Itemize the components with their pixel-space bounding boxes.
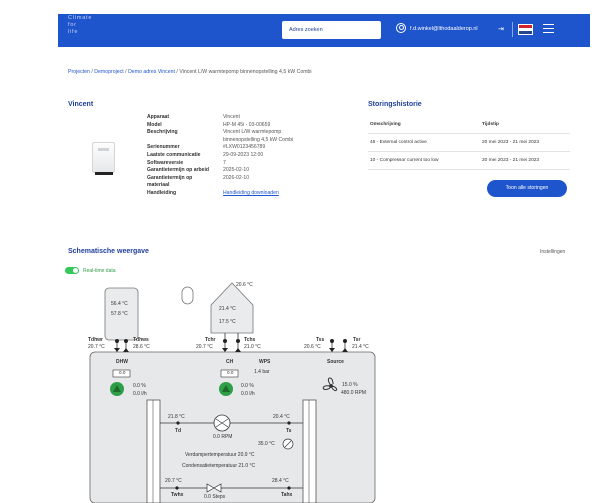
wps-label: WPS bbox=[259, 359, 271, 365]
tdhws-value: 28.6 °C bbox=[133, 344, 150, 350]
tsr-value: 21.4 °C bbox=[352, 344, 369, 350]
ch-label: CH bbox=[226, 359, 234, 365]
tchs-value: 21.0 °C bbox=[244, 344, 261, 350]
ch-pump-pct: 0.0 % bbox=[241, 383, 254, 389]
condenser-exchanger bbox=[302, 399, 317, 503]
twhx-label: Twhx bbox=[171, 492, 184, 498]
dhw-label: DHW bbox=[116, 359, 128, 365]
tsr-label: Tsr bbox=[353, 337, 361, 343]
ch-tank-top-temp: 21.4 °C bbox=[219, 306, 236, 312]
sensor-dots bbox=[115, 339, 347, 343]
dhw-pump-pct: 0.0 % bbox=[133, 383, 146, 389]
ts-label: Ts bbox=[286, 428, 292, 434]
ch-box-value: 0.0 bbox=[227, 370, 234, 375]
dhw-box-value: 0.0 bbox=[119, 370, 126, 375]
tss-value: 20.6 °C bbox=[304, 344, 321, 350]
td-temp: 21.8 °C bbox=[168, 414, 185, 420]
outdoor-temp: 20.6 °C bbox=[236, 282, 253, 288]
dhw-pump-flow: 0.0 l/h bbox=[133, 391, 147, 397]
tchr-value: 20.7 °C bbox=[196, 344, 213, 350]
tss-label: Tss bbox=[316, 337, 325, 343]
tdhws-label: Tdhws bbox=[133, 337, 149, 343]
tdhwr-value: 20.7 °C bbox=[88, 344, 105, 350]
ch-tank-bottom-temp: 17.5 °C bbox=[219, 319, 236, 325]
tahx-label: Tahx bbox=[281, 492, 293, 498]
fan-rpm: 480.0 RPM bbox=[341, 390, 367, 396]
tdhwr-label: Tdhwr bbox=[88, 337, 103, 343]
tchr-label: Tchr bbox=[205, 337, 216, 343]
tahx-temp: 28.4 °C bbox=[272, 478, 289, 484]
heat-pump-schematic bbox=[89, 282, 376, 503]
eev-steps: 0.0 Steps bbox=[204, 494, 226, 500]
dhw-tank-bottom-temp: 57.8 °C bbox=[111, 311, 128, 317]
source-label: Source bbox=[327, 359, 344, 365]
evaporator-exchanger bbox=[146, 399, 161, 503]
twhx-temp: 20.7 °C bbox=[165, 478, 182, 484]
condensation-temp: Condensatietemperatuur 21.0 °C bbox=[182, 463, 256, 469]
wps-value: 1.4 bar bbox=[254, 369, 270, 375]
td-label: Td bbox=[175, 428, 182, 434]
ch-pump-flow: 0.0 l/h bbox=[241, 391, 255, 397]
ts-temp: 20.4 °C bbox=[273, 414, 290, 420]
valve-temp: 35.0 °C bbox=[258, 441, 275, 447]
compressor-rpm: 0.0 RPM bbox=[213, 434, 233, 440]
dhw-tank-top-temp: 56.4 °C bbox=[111, 301, 128, 307]
fan-pct: 15.0 % bbox=[342, 382, 358, 388]
evaporator-temp: Verdampertemperatuur 20.9 °C bbox=[185, 452, 255, 458]
tchs-label: Tchs bbox=[244, 337, 256, 343]
expansion-vessel bbox=[181, 286, 194, 305]
